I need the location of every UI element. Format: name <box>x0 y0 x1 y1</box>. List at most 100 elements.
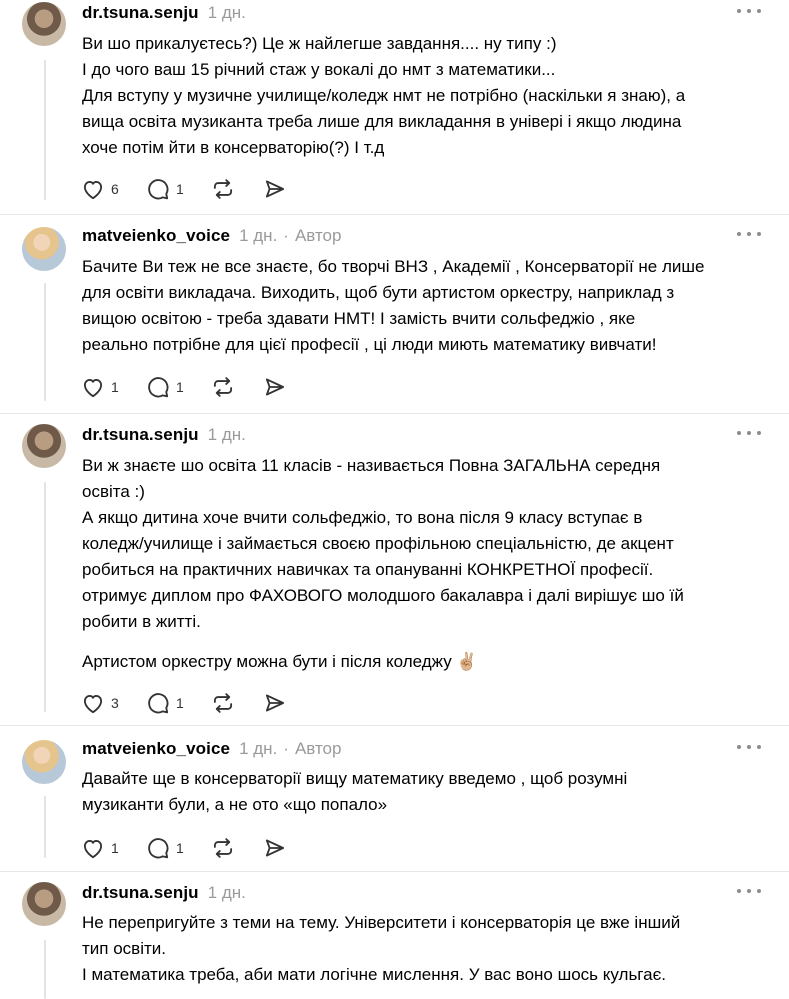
username[interactable]: matveienko_voice <box>82 739 230 759</box>
comment-post: dr.tsuna.senju 1 дн. Ви шо прикалуєтесь?… <box>0 0 789 215</box>
post-actions: 6 1 <box>80 176 314 202</box>
avatar[interactable] <box>22 227 66 271</box>
comment-post: dr.tsuna.senju 1 дн. Ви ж знаєте шо осві… <box>0 422 789 726</box>
repost-button[interactable] <box>210 374 236 400</box>
reply-button[interactable]: 1 <box>145 690 184 716</box>
text-line: І математика треба, аби мати логічне мис… <box>82 965 666 984</box>
username[interactable]: dr.tsuna.senju <box>82 3 199 23</box>
comment-icon <box>148 838 169 859</box>
reply-count: 1 <box>176 695 184 711</box>
text-line: Давайте ще в консерваторії вищу математи… <box>82 769 628 788</box>
reply-count: 1 <box>176 840 184 856</box>
timestamp[interactable]: 1 дн. <box>208 883 246 903</box>
text-line: А якщо дитина хоче вчити сольфеджіо, то … <box>82 508 643 527</box>
like-button[interactable]: 1 <box>80 835 119 861</box>
username[interactable]: dr.tsuna.senju <box>82 883 199 903</box>
avatar[interactable] <box>22 424 66 468</box>
text-line: вища освіта музиканта треба лише для вик… <box>82 112 682 131</box>
thread-line <box>44 283 46 401</box>
reply-button[interactable]: 1 <box>145 374 184 400</box>
text-line: Для вступу у музичне училище/коледж нмт … <box>82 86 686 105</box>
comment-post: matveienko_voice 1 дн. · Автор Бачите Ви… <box>0 223 789 414</box>
text-line: І до чого ваш 15 річний стаж у вокалі до… <box>82 60 556 79</box>
more-dots-icon[interactable] <box>737 426 761 440</box>
thread-line <box>44 60 46 200</box>
separator-dot: · <box>283 739 289 758</box>
more-dots-icon[interactable] <box>737 4 761 18</box>
like-count: 1 <box>111 840 119 856</box>
post-header: matveienko_voice 1 дн. · Автор <box>82 737 341 761</box>
text-line: реально потрібне для цієї професії , ці … <box>82 335 657 354</box>
repost-button[interactable] <box>210 690 236 716</box>
reply-button[interactable]: 1 <box>145 176 184 202</box>
like-count: 6 <box>111 181 119 197</box>
post-actions: 3 1 <box>80 690 314 716</box>
post-header: matveienko_voice 1 дн. · Автор <box>82 224 341 248</box>
share-button[interactable] <box>262 690 288 716</box>
author-badge: Автор <box>294 226 342 245</box>
like-button[interactable]: 1 <box>80 374 119 400</box>
post-header: dr.tsuna.senju 1 дн. <box>82 423 246 447</box>
post-text: Бачите Ви теж не все знаєте, бо творчі В… <box>82 254 762 358</box>
text-line: Бачите Ви теж не все знаєте, бо творчі В… <box>82 257 705 276</box>
repost-icon <box>213 377 233 397</box>
timestamp[interactable]: 1 дн. <box>208 425 246 445</box>
comment-icon <box>148 693 169 714</box>
username[interactable]: matveienko_voice <box>82 226 230 246</box>
repost-button[interactable] <box>210 176 236 202</box>
reply-button[interactable]: 1 <box>145 835 184 861</box>
comment-thread: dr.tsuna.senju 1 дн. Ви шо прикалуєтесь?… <box>0 0 789 999</box>
timestamp[interactable]: 1 дн. <box>239 226 277 246</box>
post-actions: 1 1 <box>80 374 314 400</box>
text-line: освіта :) <box>82 482 145 501</box>
share-button[interactable] <box>262 374 288 400</box>
like-button[interactable]: 6 <box>80 176 119 202</box>
text-line: отримує диплом про ФАХОВОГО молодшого ба… <box>82 586 684 605</box>
post-text: Давайте ще в консерваторії вищу математи… <box>82 766 762 818</box>
text-line: музиканти були, а не ото «що попало» <box>82 795 388 814</box>
post-actions: 1 1 <box>80 835 314 861</box>
share-button[interactable] <box>262 176 288 202</box>
timestamp[interactable]: 1 дн. <box>208 3 246 23</box>
avatar[interactable] <box>22 740 66 784</box>
comment-icon <box>148 377 169 398</box>
repost-icon <box>213 693 233 713</box>
repost-icon <box>213 838 233 858</box>
avatar[interactable] <box>22 2 66 46</box>
post-text: Ви ж знаєте шо освіта 11 класів - назива… <box>82 453 762 675</box>
heart-icon <box>83 840 103 859</box>
text-line: робиться на практичних навичках та опану… <box>82 560 654 579</box>
comment-post: dr.tsuna.senju 1 дн. Не перепригуйте з т… <box>0 880 789 999</box>
thread-line <box>44 940 46 999</box>
send-icon <box>265 694 285 712</box>
send-icon <box>265 378 285 396</box>
reply-count: 1 <box>176 379 184 395</box>
timestamp[interactable]: 1 дн. <box>239 739 277 759</box>
text-line: Не перепригуйте з теми на тему. Універси… <box>82 913 681 932</box>
text-line: хоче потім йти в консерваторію(?) І т.д <box>82 138 385 157</box>
username[interactable]: dr.tsuna.senju <box>82 425 199 445</box>
more-dots-icon[interactable] <box>737 227 761 241</box>
post-header: dr.tsuna.senju 1 дн. <box>82 881 246 905</box>
text-line: Артистом оркестру можна бути і після кол… <box>82 652 478 671</box>
more-dots-icon[interactable] <box>737 884 761 898</box>
avatar[interactable] <box>22 882 66 926</box>
repost-button[interactable] <box>210 835 236 861</box>
text-line: тип освіти. <box>82 939 166 958</box>
thread-line <box>44 796 46 858</box>
repost-icon <box>213 179 233 199</box>
post-text: Не перепригуйте з теми на тему. Універси… <box>82 910 762 988</box>
text-line: Ви ж знаєте шо освіта 11 класів - назива… <box>82 456 661 475</box>
send-icon <box>265 180 285 198</box>
like-button[interactable]: 3 <box>80 690 119 716</box>
heart-icon <box>83 695 103 714</box>
comment-post: matveienko_voice 1 дн. · Автор Давайте щ… <box>0 736 789 872</box>
text-line: Ви шо прикалуєтесь?) Це ж найлегше завда… <box>82 34 557 53</box>
more-dots-icon[interactable] <box>737 740 761 754</box>
author-badge: Автор <box>294 739 342 758</box>
text-line: коледж/училище і займається своєю профіл… <box>82 534 674 553</box>
post-text: Ви шо прикалуєтесь?) Це ж найлегше завда… <box>82 31 762 161</box>
text-line: вищою освітою - треба здавати НМТ! І зам… <box>82 309 636 328</box>
like-count: 3 <box>111 695 119 711</box>
share-button[interactable] <box>262 835 288 861</box>
